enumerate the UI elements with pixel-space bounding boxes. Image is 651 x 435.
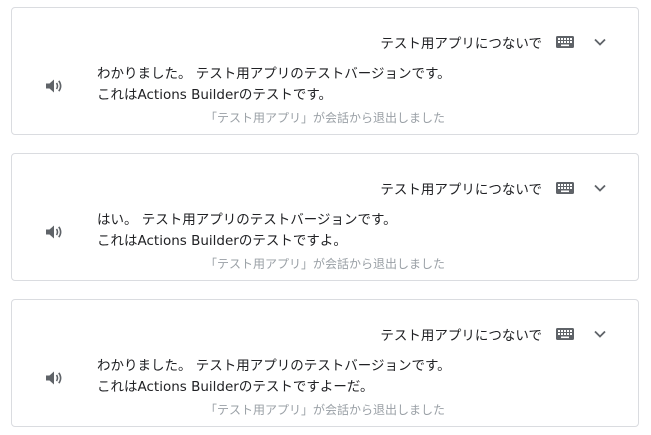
- response-line: わかりました。 テスト用アプリのテストバージョンです。: [97, 66, 451, 82]
- user-query-text: テスト用アプリにつないで: [380, 182, 542, 198]
- response-line: これはActions Builderのテストです。: [97, 87, 332, 103]
- user-query-row: テスト用アプリにつないで: [380, 178, 606, 198]
- chevron-down-icon[interactable]: [594, 38, 606, 46]
- response-line: これはActions Builderのテストですよ。: [97, 233, 347, 249]
- keyboard-icon: [556, 182, 574, 194]
- speaker-icon[interactable]: [45, 224, 63, 240]
- keyboard-icon: [556, 36, 574, 48]
- assistant-response: わかりました。 テスト用アプリのテストバージョンです。 これはActions B…: [97, 356, 451, 398]
- assistant-response: はい。 テスト用アプリのテストバージョンです。 これはActions Build…: [97, 210, 397, 252]
- speaker-icon[interactable]: [45, 78, 63, 94]
- status-message: 「テスト用アプリ」が会話から退出しました: [204, 111, 445, 125]
- status-message: 「テスト用アプリ」が会話から退出しました: [204, 403, 445, 417]
- user-query-row: テスト用アプリにつないで: [380, 324, 606, 344]
- user-query-text: テスト用アプリにつないで: [380, 36, 542, 52]
- response-line: これはActions Builderのテストですよーだ。: [97, 379, 374, 395]
- assistant-response: わかりました。 テスト用アプリのテストバージョンです。 これはActions B…: [97, 64, 451, 106]
- keyboard-icon: [556, 328, 574, 340]
- conversation-card: テスト用アプリにつないで わかりました。 テスト用アプリのテストバージョンです。…: [11, 7, 639, 135]
- user-query-text: テスト用アプリにつないで: [380, 328, 542, 344]
- conversation-card: テスト用アプリにつないで わかりました。 テスト用アプリのテストバージョンです。…: [11, 299, 639, 427]
- chevron-down-icon[interactable]: [594, 184, 606, 192]
- speaker-icon[interactable]: [45, 370, 63, 386]
- chevron-down-icon[interactable]: [594, 330, 606, 338]
- response-line: わかりました。 テスト用アプリのテストバージョンです。: [97, 358, 451, 374]
- status-message: 「テスト用アプリ」が会話から退出しました: [204, 257, 445, 271]
- response-line: はい。 テスト用アプリのテストバージョンです。: [97, 212, 397, 228]
- user-query-row: テスト用アプリにつないで: [380, 32, 606, 52]
- conversation-card: テスト用アプリにつないで はい。 テスト用アプリのテストバージョンです。 これは…: [11, 153, 639, 281]
